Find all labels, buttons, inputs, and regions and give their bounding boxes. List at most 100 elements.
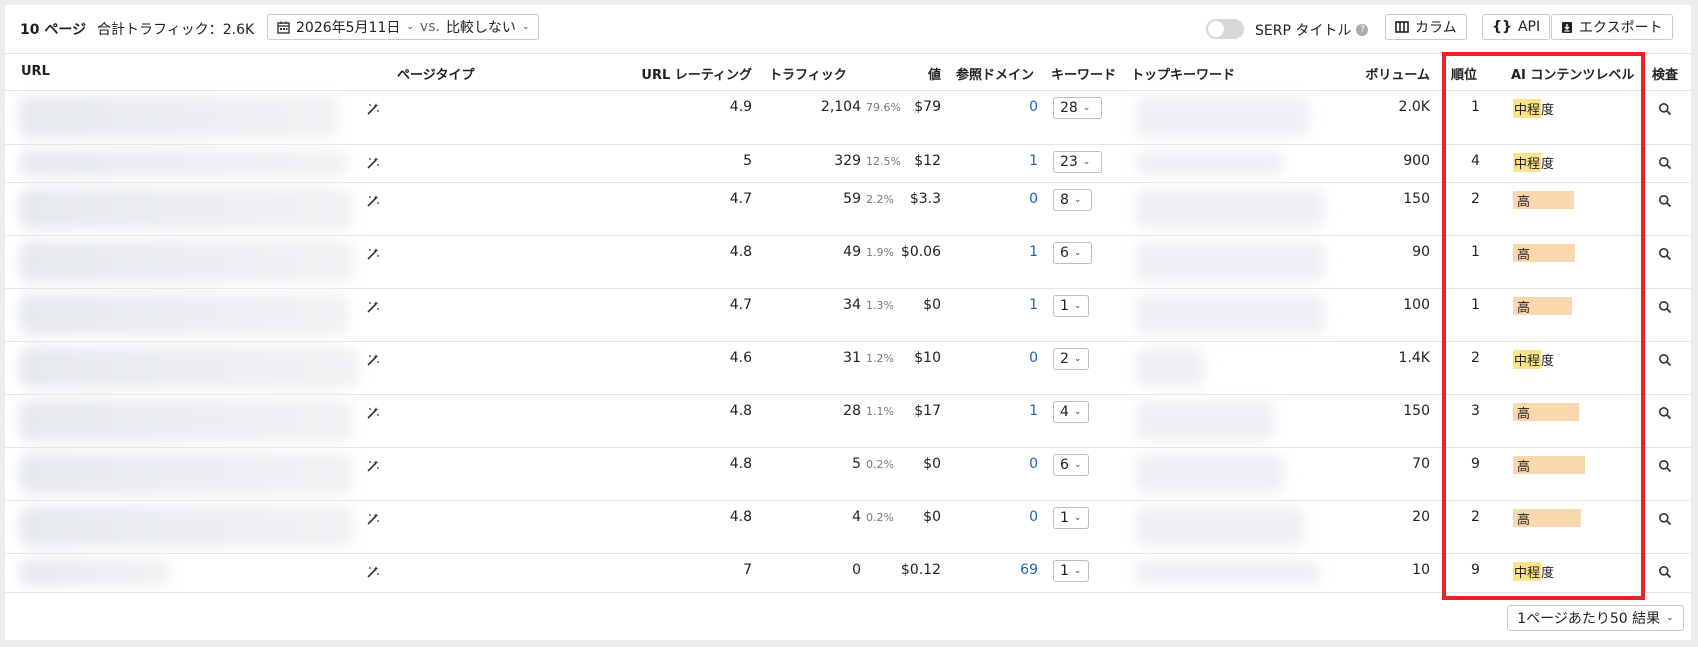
keywords-dropdown[interactable]: 23 ⌄ — [1053, 151, 1102, 173]
ref-domains-link[interactable]: 1 — [995, 297, 1038, 313]
export-button[interactable]: エクスポート — [1551, 14, 1673, 40]
ref-domains-link[interactable]: 0 — [995, 350, 1038, 366]
keywords-dropdown[interactable]: 28 ⌄ — [1053, 97, 1102, 119]
search-icon[interactable] — [1658, 101, 1672, 116]
col-ai-content-level[interactable]: AI コンテンツレベル — [1511, 64, 1634, 83]
keywords-dropdown[interactable]: 8 ⌄ — [1053, 189, 1092, 211]
magic-wand-icon[interactable] — [366, 458, 380, 472]
col-position[interactable]: 順位 — [1451, 64, 1477, 83]
col-top-keyword[interactable]: トップキーワード — [1131, 64, 1235, 83]
top-keyword-redacted[interactable] — [1135, 189, 1325, 228]
level-suffix: 度 — [1541, 353, 1555, 369]
keywords-dropdown[interactable]: 1 ⌄ — [1053, 295, 1089, 317]
col-page-type[interactable]: ページタイプ — [397, 64, 474, 83]
top-keyword-redacted[interactable] — [1135, 151, 1285, 175]
chevron-down-icon: ⌄ — [1082, 103, 1091, 113]
ref-domains-link[interactable]: 0 — [995, 99, 1038, 115]
url-redacted[interactable] — [19, 506, 355, 547]
col-inspect[interactable]: 検査 — [1652, 64, 1678, 83]
help-icon[interactable]: ? — [1356, 24, 1369, 36]
api-button[interactable]: {} API — [1482, 14, 1551, 40]
url-redacted[interactable] — [19, 150, 349, 176]
traffic-value: 59 — [843, 191, 861, 207]
search-icon[interactable] — [1658, 193, 1672, 208]
url-redacted[interactable] — [19, 559, 171, 586]
volume-value: 2.0K — [1398, 99, 1430, 115]
ref-domains-link[interactable]: 0 — [995, 509, 1038, 525]
traffic-value: 31 — [843, 350, 861, 366]
search-icon[interactable] — [1658, 299, 1672, 314]
search-icon[interactable] — [1658, 155, 1672, 170]
ref-domains-link[interactable]: 1 — [995, 244, 1038, 260]
col-volume[interactable]: ボリューム — [1305, 64, 1430, 83]
export-icon — [1562, 21, 1572, 33]
url-redacted[interactable] — [19, 188, 354, 229]
volume-value: 90 — [1412, 244, 1430, 260]
ref-domains-link[interactable]: 0 — [995, 456, 1038, 472]
ai-content-level-badge: 中程度 — [1513, 98, 1554, 118]
chevron-down-icon: ⌄ — [1073, 195, 1082, 205]
col-url[interactable]: URL — [21, 64, 50, 79]
chevron-down-icon: ⌄ — [1073, 460, 1082, 470]
magic-wand-icon[interactable] — [366, 246, 380, 260]
col-ref-domains[interactable]: 参照ドメイン — [956, 64, 1034, 83]
magic-wand-icon[interactable] — [366, 511, 380, 525]
top-keyword-redacted[interactable] — [1135, 401, 1275, 440]
col-value[interactable]: 値 — [885, 64, 941, 83]
top-keyword-redacted[interactable] — [1135, 295, 1325, 334]
volume-value: 150 — [1403, 403, 1430, 419]
magic-wand-icon[interactable] — [366, 101, 380, 115]
per-page-select[interactable]: 1ページあたり50 結果 ⌄ — [1507, 605, 1684, 631]
keywords-count: 1 — [1060, 298, 1069, 314]
url-redacted[interactable] — [19, 96, 339, 138]
top-keyword-redacted[interactable] — [1135, 242, 1325, 281]
magic-wand-icon[interactable] — [366, 193, 380, 207]
magic-wand-icon[interactable] — [366, 405, 380, 419]
url-redacted[interactable] — [19, 294, 349, 335]
ref-domains-link[interactable]: 69 — [995, 562, 1038, 578]
url-redacted[interactable] — [19, 400, 354, 441]
col-traffic[interactable]: トラフィック — [769, 64, 847, 83]
ref-domains-link[interactable]: 0 — [995, 191, 1038, 207]
search-icon[interactable] — [1658, 246, 1672, 261]
search-icon[interactable] — [1658, 352, 1672, 367]
top-keyword-redacted[interactable] — [1135, 97, 1310, 137]
top-keyword-redacted[interactable] — [1135, 348, 1205, 387]
traffic-value: 5 — [852, 456, 861, 472]
magic-wand-icon[interactable] — [366, 352, 380, 366]
keywords-dropdown[interactable]: 6 ⌄ — [1053, 242, 1092, 264]
url-rating-value: 7 — [743, 562, 752, 578]
top-keyword-redacted[interactable] — [1135, 507, 1305, 546]
position-value: 1 — [1471, 99, 1480, 115]
keywords-dropdown[interactable]: 1 ⌄ — [1053, 560, 1089, 582]
url-redacted[interactable] — [19, 453, 354, 494]
url-rating-value: 5 — [743, 153, 752, 169]
top-keyword-redacted[interactable] — [1135, 454, 1285, 493]
search-icon[interactable] — [1658, 458, 1672, 473]
columns-button[interactable]: カラム — [1385, 14, 1467, 40]
search-icon[interactable] — [1658, 511, 1672, 526]
col-url-rating[interactable]: URL レーティング — [605, 64, 752, 83]
serp-title-toggle[interactable] — [1206, 19, 1244, 39]
url-rating-value: 4.8 — [729, 509, 752, 525]
level-highlight: 中程 — [1513, 98, 1542, 118]
magic-wand-icon[interactable] — [366, 564, 380, 578]
level-highlight: 高 — [1513, 191, 1574, 210]
magic-wand-icon[interactable] — [366, 299, 380, 313]
volume-value: 1.4K — [1398, 350, 1430, 366]
ref-domains-link[interactable]: 1 — [995, 153, 1038, 169]
search-icon[interactable] — [1658, 564, 1672, 579]
url-redacted[interactable] — [19, 347, 359, 388]
magic-wand-icon[interactable] — [366, 155, 380, 169]
keywords-dropdown[interactable]: 4 ⌄ — [1053, 401, 1089, 423]
ref-domains-link[interactable]: 1 — [995, 403, 1038, 419]
keywords-dropdown[interactable]: 2 ⌄ — [1053, 348, 1089, 370]
keywords-dropdown[interactable]: 6 ⌄ — [1053, 454, 1089, 476]
url-redacted[interactable] — [19, 241, 355, 282]
keywords-dropdown[interactable]: 1 ⌄ — [1053, 507, 1089, 529]
col-keywords[interactable]: キーワード — [1051, 64, 1116, 83]
search-icon[interactable] — [1658, 405, 1672, 420]
level-suffix: 度 — [1541, 156, 1555, 172]
top-keyword-redacted[interactable] — [1135, 560, 1320, 585]
date-picker-button[interactable]: 2026年5月11日 ⌄ vs. 比較しない ⌄ — [267, 14, 540, 40]
